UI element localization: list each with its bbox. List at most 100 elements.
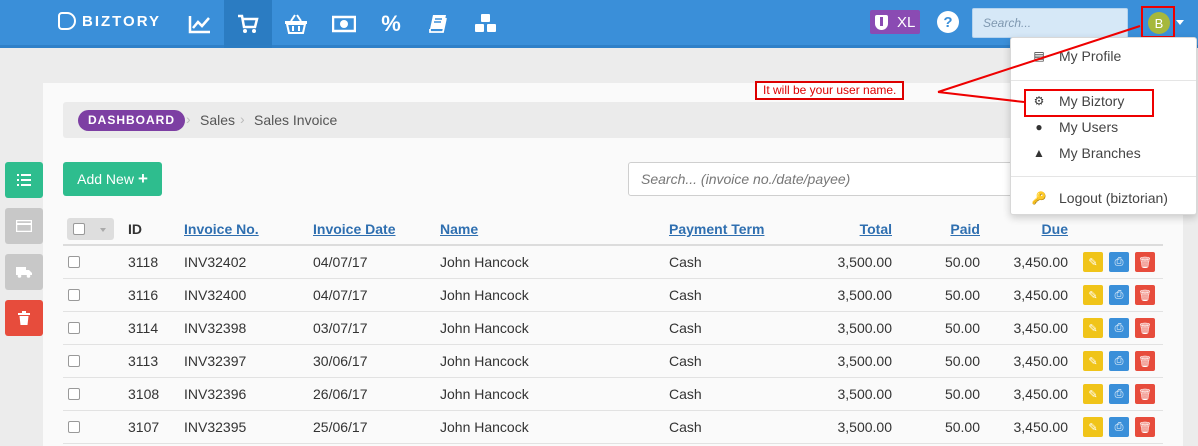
select-all-checkbox[interactable]: [73, 223, 85, 235]
list-view-button[interactable]: [5, 162, 43, 198]
inventory-nav-button[interactable]: [462, 0, 510, 48]
sitemap-icon: ▲: [1033, 146, 1045, 160]
row-invoice-no: INV32400: [184, 287, 247, 303]
brand-logo[interactable]: BIZTORY: [58, 12, 161, 30]
add-new-label: Add New: [77, 171, 134, 187]
plan-badge[interactable]: XL: [870, 10, 920, 34]
printer-icon: ⎙: [1114, 387, 1124, 400]
delete-button[interactable]: 🗑: [1135, 252, 1155, 272]
edit-button[interactable]: ✎: [1083, 285, 1103, 305]
row-payment-term: Cash: [669, 419, 702, 435]
table-row: 3118 INV32402 04/07/17 John Hancock Cash…: [63, 246, 1163, 279]
user-menu-toggle[interactable]: B: [1141, 6, 1175, 38]
global-search-input[interactable]: Search...: [972, 8, 1128, 38]
breadcrumb-dashboard-link[interactable]: DASHBOARD: [78, 110, 185, 131]
sales-nav-button[interactable]: [224, 0, 272, 48]
row-name: John Hancock: [440, 320, 529, 336]
breadcrumb-sales-link[interactable]: Sales: [200, 112, 235, 128]
accounting-nav-button[interactable]: [414, 0, 462, 48]
row-name: John Hancock: [440, 386, 529, 402]
delete-button[interactable]: 🗑: [1135, 285, 1155, 305]
table-row: 3114 INV32398 03/07/17 John Hancock Cash…: [63, 312, 1163, 345]
menu-item-my-users[interactable]: ● My Users: [1031, 119, 1118, 135]
print-button[interactable]: ⎙: [1109, 417, 1129, 437]
row-invoice-no: INV32398: [184, 320, 247, 336]
printer-icon: ⎙: [1114, 288, 1124, 301]
row-due: 3,450.00: [1013, 254, 1069, 270]
row-total: 3,500.00: [837, 386, 893, 402]
invoice-search-input[interactable]: Search... (invoice no./date/payee): [628, 162, 1018, 196]
column-payment-term[interactable]: Payment Term: [669, 221, 764, 237]
pencil-icon: ✎: [1088, 355, 1098, 368]
row-checkbox[interactable]: [68, 256, 80, 268]
chevron-right-icon: ›: [240, 111, 245, 127]
menu-item-label: Logout (biztorian): [1059, 190, 1168, 206]
column-paid[interactable]: Paid: [950, 221, 980, 237]
menu-item-my-profile[interactable]: ▤ My Profile: [1031, 48, 1121, 64]
print-button[interactable]: ⎙: [1109, 285, 1129, 305]
row-checkbox[interactable]: [68, 355, 80, 367]
row-name: John Hancock: [440, 254, 529, 270]
row-checkbox[interactable]: [68, 388, 80, 400]
row-checkbox[interactable]: [68, 421, 80, 433]
trash-icon: 🗑: [1138, 322, 1152, 335]
menu-item-logout[interactable]: 🔑 Logout (biztorian): [1031, 190, 1168, 206]
purchases-nav-button[interactable]: [272, 0, 320, 48]
edit-button[interactable]: ✎: [1083, 417, 1103, 437]
menu-item-label: My Users: [1059, 119, 1119, 135]
menu-item-my-branches[interactable]: ▲ My Branches: [1031, 145, 1141, 161]
row-checkbox[interactable]: [68, 289, 80, 301]
delete-button[interactable]: 🗑: [1135, 351, 1155, 371]
tax-nav-button[interactable]: %: [367, 0, 415, 48]
column-invoice-no[interactable]: Invoice No.: [184, 221, 259, 237]
print-button[interactable]: ⎙: [1109, 384, 1129, 404]
row-invoice-date: 30/06/17: [313, 353, 368, 369]
row-invoice-date: 26/06/17: [313, 386, 368, 402]
print-button[interactable]: ⎙: [1109, 351, 1129, 371]
banking-nav-button[interactable]: [320, 0, 368, 48]
basket-icon: [285, 14, 307, 34]
reports-nav-button[interactable]: [176, 0, 224, 48]
row-checkbox[interactable]: [68, 322, 80, 334]
printer-icon: ⎙: [1114, 420, 1124, 433]
menu-item-label: My Branches: [1059, 145, 1141, 161]
print-button[interactable]: ⎙: [1109, 252, 1129, 272]
payments-button[interactable]: [5, 208, 43, 244]
row-total: 3,500.00: [837, 320, 893, 336]
column-due[interactable]: Due: [1042, 221, 1068, 237]
users-icon: ●: [1035, 120, 1043, 134]
delivery-button[interactable]: [5, 254, 43, 290]
delete-button[interactable]: 🗑: [1135, 384, 1155, 404]
delete-button[interactable]: 🗑: [1135, 417, 1155, 437]
delete-button[interactable]: 🗑: [1135, 318, 1155, 338]
edit-button[interactable]: ✎: [1083, 252, 1103, 272]
row-invoice-no: INV32396: [184, 386, 247, 402]
print-button[interactable]: ⎙: [1109, 318, 1129, 338]
column-name[interactable]: Name: [440, 221, 478, 237]
chart-line-icon: [188, 16, 210, 34]
help-button[interactable]: ?: [937, 11, 959, 33]
caret-down-icon: [100, 228, 106, 232]
pencil-icon: ✎: [1088, 256, 1098, 269]
bulk-delete-button[interactable]: [5, 300, 43, 336]
row-paid: 50.00: [944, 353, 980, 369]
menu-divider: [1011, 80, 1196, 81]
row-due: 3,450.00: [1013, 419, 1069, 435]
column-invoice-date[interactable]: Invoice Date: [313, 221, 395, 237]
edit-button[interactable]: ✎: [1083, 351, 1103, 371]
pencil-icon: ✎: [1088, 421, 1098, 434]
edit-button[interactable]: ✎: [1083, 318, 1103, 338]
row-paid: 50.00: [944, 320, 980, 336]
book-icon: [429, 15, 447, 33]
row-invoice-date: 03/07/17: [313, 320, 368, 336]
column-total[interactable]: Total: [860, 221, 892, 237]
add-new-button[interactable]: Add New +: [63, 162, 162, 196]
edit-button[interactable]: ✎: [1083, 384, 1103, 404]
cubes-icon: [475, 14, 496, 32]
pencil-icon: ✎: [1088, 388, 1098, 401]
row-total: 3,500.00: [837, 254, 893, 270]
row-total: 3,500.00: [837, 419, 893, 435]
menu-item-label: My Profile: [1059, 48, 1122, 64]
select-all-dropdown[interactable]: [67, 218, 114, 240]
row-invoice-date: 25/06/17: [313, 419, 368, 435]
